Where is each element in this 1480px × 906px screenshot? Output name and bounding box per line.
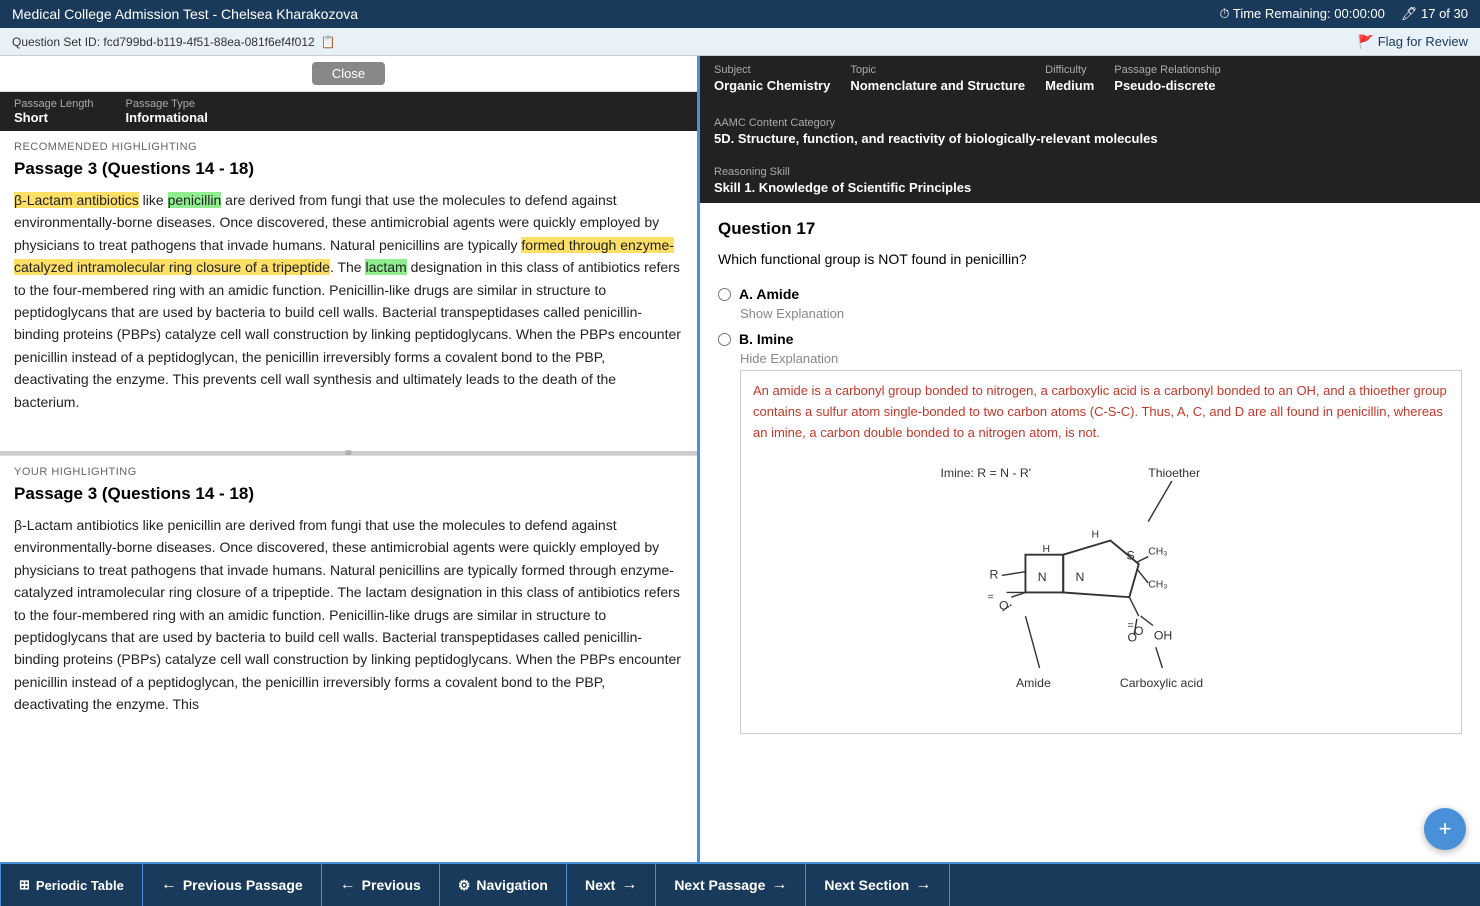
passage-length-label: Passage Length xyxy=(14,98,94,110)
right-panel: Subject Organic Chemistry Topic Nomencla… xyxy=(700,56,1480,862)
topic-col: Topic Nomenclature and Structure xyxy=(850,64,1025,93)
close-row: Close xyxy=(0,56,697,92)
hide-explanation-b[interactable]: Hide Explanation xyxy=(740,351,1462,366)
your-passage-title: Passage 3 (Questions 14 - 18) xyxy=(14,484,683,504)
passage-rel-col: Passage Relationship Pseudo-discrete xyxy=(1114,64,1220,93)
floating-action-button[interactable]: + xyxy=(1424,808,1466,850)
copy-icon[interactable]: 📋 xyxy=(321,35,336,49)
svg-text:Amide: Amide xyxy=(1016,676,1051,690)
reasoning-value: Skill 1. Knowledge of Scientific Princip… xyxy=(714,180,1466,195)
left-arrow-icon: ← xyxy=(161,876,177,894)
highlight-span: lactam xyxy=(365,259,406,275)
option-b-row[interactable]: B. Imine xyxy=(718,331,1462,347)
aamc-label: AAMC Content Category xyxy=(714,117,1466,129)
right-arrow-icon: → xyxy=(621,876,637,894)
svg-text:H: H xyxy=(1092,530,1100,541)
subject-value: Organic Chemistry xyxy=(714,78,830,93)
your-passage-text: β-Lactam antibiotics like penicillin are… xyxy=(14,514,683,716)
highlight-span: penicillin xyxy=(168,192,222,208)
question-content: Question 17 Which functional group is NO… xyxy=(700,203,1480,862)
show-explanation-a[interactable]: Show Explanation xyxy=(740,306,1462,321)
next-passage-button[interactable]: Next Passage → xyxy=(656,864,806,906)
svg-text:=: = xyxy=(988,592,994,603)
option-a-row[interactable]: A. Amide xyxy=(718,286,1462,302)
aamc-value: 5D. Structure, function, and reactivity … xyxy=(714,131,1466,146)
right-arrow-icon: → xyxy=(915,876,931,894)
subject-label: Subject xyxy=(714,64,830,76)
option-b: B. Imine Hide Explanation An amide is a … xyxy=(718,331,1462,738)
table-icon: ⊞ xyxy=(19,877,30,893)
passage-type-group: Passage Type Informational xyxy=(126,98,208,125)
svg-text:H: H xyxy=(1042,544,1050,555)
reasoning-label: Reasoning Skill xyxy=(714,166,1466,178)
periodic-table-button[interactable]: ⊞ Periodic Table xyxy=(0,864,143,906)
close-button[interactable]: Close xyxy=(312,62,385,85)
top-bar-right: ⏱ Time Remaining: 00:00:00 🖊 17 of 30 xyxy=(1219,6,1468,22)
svg-text:N: N xyxy=(1076,571,1085,585)
option-b-label[interactable]: B. Imine xyxy=(739,331,793,347)
gear-icon: ⚙ xyxy=(458,877,471,894)
left-panel: Close Passage Length Short Passage Type … xyxy=(0,56,700,862)
passage-rel-value: Pseudo-discrete xyxy=(1114,78,1220,93)
chemical-structure: Imine: R = N - R' Thioether N xyxy=(753,443,1449,723)
option-a-radio[interactable] xyxy=(718,288,731,301)
difficulty-col: Difficulty Medium xyxy=(1045,64,1094,93)
topic-label: Topic xyxy=(850,64,1025,76)
next-section-button[interactable]: Next Section → xyxy=(806,864,950,906)
svg-text:Thioether: Thioether xyxy=(1148,467,1200,481)
subject-col: Subject Organic Chemistry xyxy=(714,64,830,93)
difficulty-label: Difficulty xyxy=(1045,64,1094,76)
reasoning-col: Reasoning Skill Skill 1. Knowledge of Sc… xyxy=(714,166,1466,195)
option-b-radio[interactable] xyxy=(718,333,731,346)
svg-text:CH₃: CH₃ xyxy=(1148,580,1167,591)
passage-rel-label: Passage Relationship xyxy=(1114,64,1220,76)
difficulty-value: Medium xyxy=(1045,78,1094,93)
your-highlight-label: Your Highlighting xyxy=(14,466,683,478)
option-a: A. Amide Show Explanation xyxy=(718,286,1462,321)
rec-highlight-label: Recommended Highlighting xyxy=(14,141,683,153)
svg-text:CH₃: CH₃ xyxy=(1148,547,1167,558)
passage-meta-bar: Passage Length Short Passage Type Inform… xyxy=(0,92,697,131)
svg-text:R: R xyxy=(990,568,999,582)
qset-bar: Question Set ID: fcd799bd-b119-4f51-88ea… xyxy=(0,28,1480,56)
navigation-button[interactable]: ⚙ Navigation xyxy=(440,864,567,906)
right-arrow-icon: → xyxy=(771,876,787,894)
recommended-highlight-section: Recommended Highlighting Passage 3 (Ques… xyxy=(0,131,697,451)
top-bar: Medical College Admission Test - Chelsea… xyxy=(0,0,1480,28)
app-title: Medical College Admission Test - Chelsea… xyxy=(12,6,358,22)
time-display: ⏱ Time Remaining: 00:00:00 xyxy=(1219,6,1385,22)
flag-review[interactable]: 🚩 Flag for Review xyxy=(1358,34,1469,50)
passage-type-label: Passage Type xyxy=(126,98,208,110)
question-text: Which functional group is NOT found in p… xyxy=(718,249,1462,270)
previous-button[interactable]: ← Previous xyxy=(322,864,440,906)
question-number: Question 17 xyxy=(718,219,1462,239)
svg-text:N: N xyxy=(1038,571,1047,585)
previous-passage-button[interactable]: ← Previous Passage xyxy=(143,864,322,906)
svg-text:Imine: R = N - R': Imine: R = N - R' xyxy=(940,467,1031,481)
rec-passage-text: β-Lactam antibiotics like penicillin are… xyxy=(14,189,683,413)
bottom-nav: ⊞ Periodic Table ← Previous Passage ← Pr… xyxy=(0,862,1480,906)
right-meta-bar: Subject Organic Chemistry Topic Nomencla… xyxy=(700,56,1480,203)
main-layout: Close Passage Length Short Passage Type … xyxy=(0,56,1480,862)
svg-text:O: O xyxy=(1127,631,1137,645)
your-highlight-section: Your Highlighting Passage 3 (Questions 1… xyxy=(0,455,697,862)
passage-type-value: Informational xyxy=(126,110,208,125)
option-a-label[interactable]: A. Amide xyxy=(739,286,799,302)
question-count: 🖊 17 of 30 xyxy=(1401,6,1468,22)
highlight-span: formed through enzyme-catalyzed intramol… xyxy=(14,237,674,275)
next-button[interactable]: Next → xyxy=(567,864,656,906)
svg-text:OH: OH xyxy=(1154,629,1172,643)
rec-passage-title: Passage 3 (Questions 14 - 18) xyxy=(14,159,683,179)
passage-length-value: Short xyxy=(14,110,94,125)
left-arrow-icon: ← xyxy=(340,876,356,894)
explanation-b-box: An amide is a carbonyl group bonded to n… xyxy=(740,370,1462,734)
qset-id: Question Set ID: fcd799bd-b119-4f51-88ea… xyxy=(12,35,336,49)
aamc-col: AAMC Content Category 5D. Structure, fun… xyxy=(714,117,1466,146)
passage-length-group: Passage Length Short xyxy=(14,98,94,125)
flag-icon: 🚩 xyxy=(1358,34,1374,50)
highlight-span: β-Lactam antibiotics xyxy=(14,192,139,208)
svg-text:Carboxylic acid: Carboxylic acid xyxy=(1120,676,1203,690)
svg-text:S: S xyxy=(1127,549,1135,563)
topic-value: Nomenclature and Structure xyxy=(850,78,1025,93)
